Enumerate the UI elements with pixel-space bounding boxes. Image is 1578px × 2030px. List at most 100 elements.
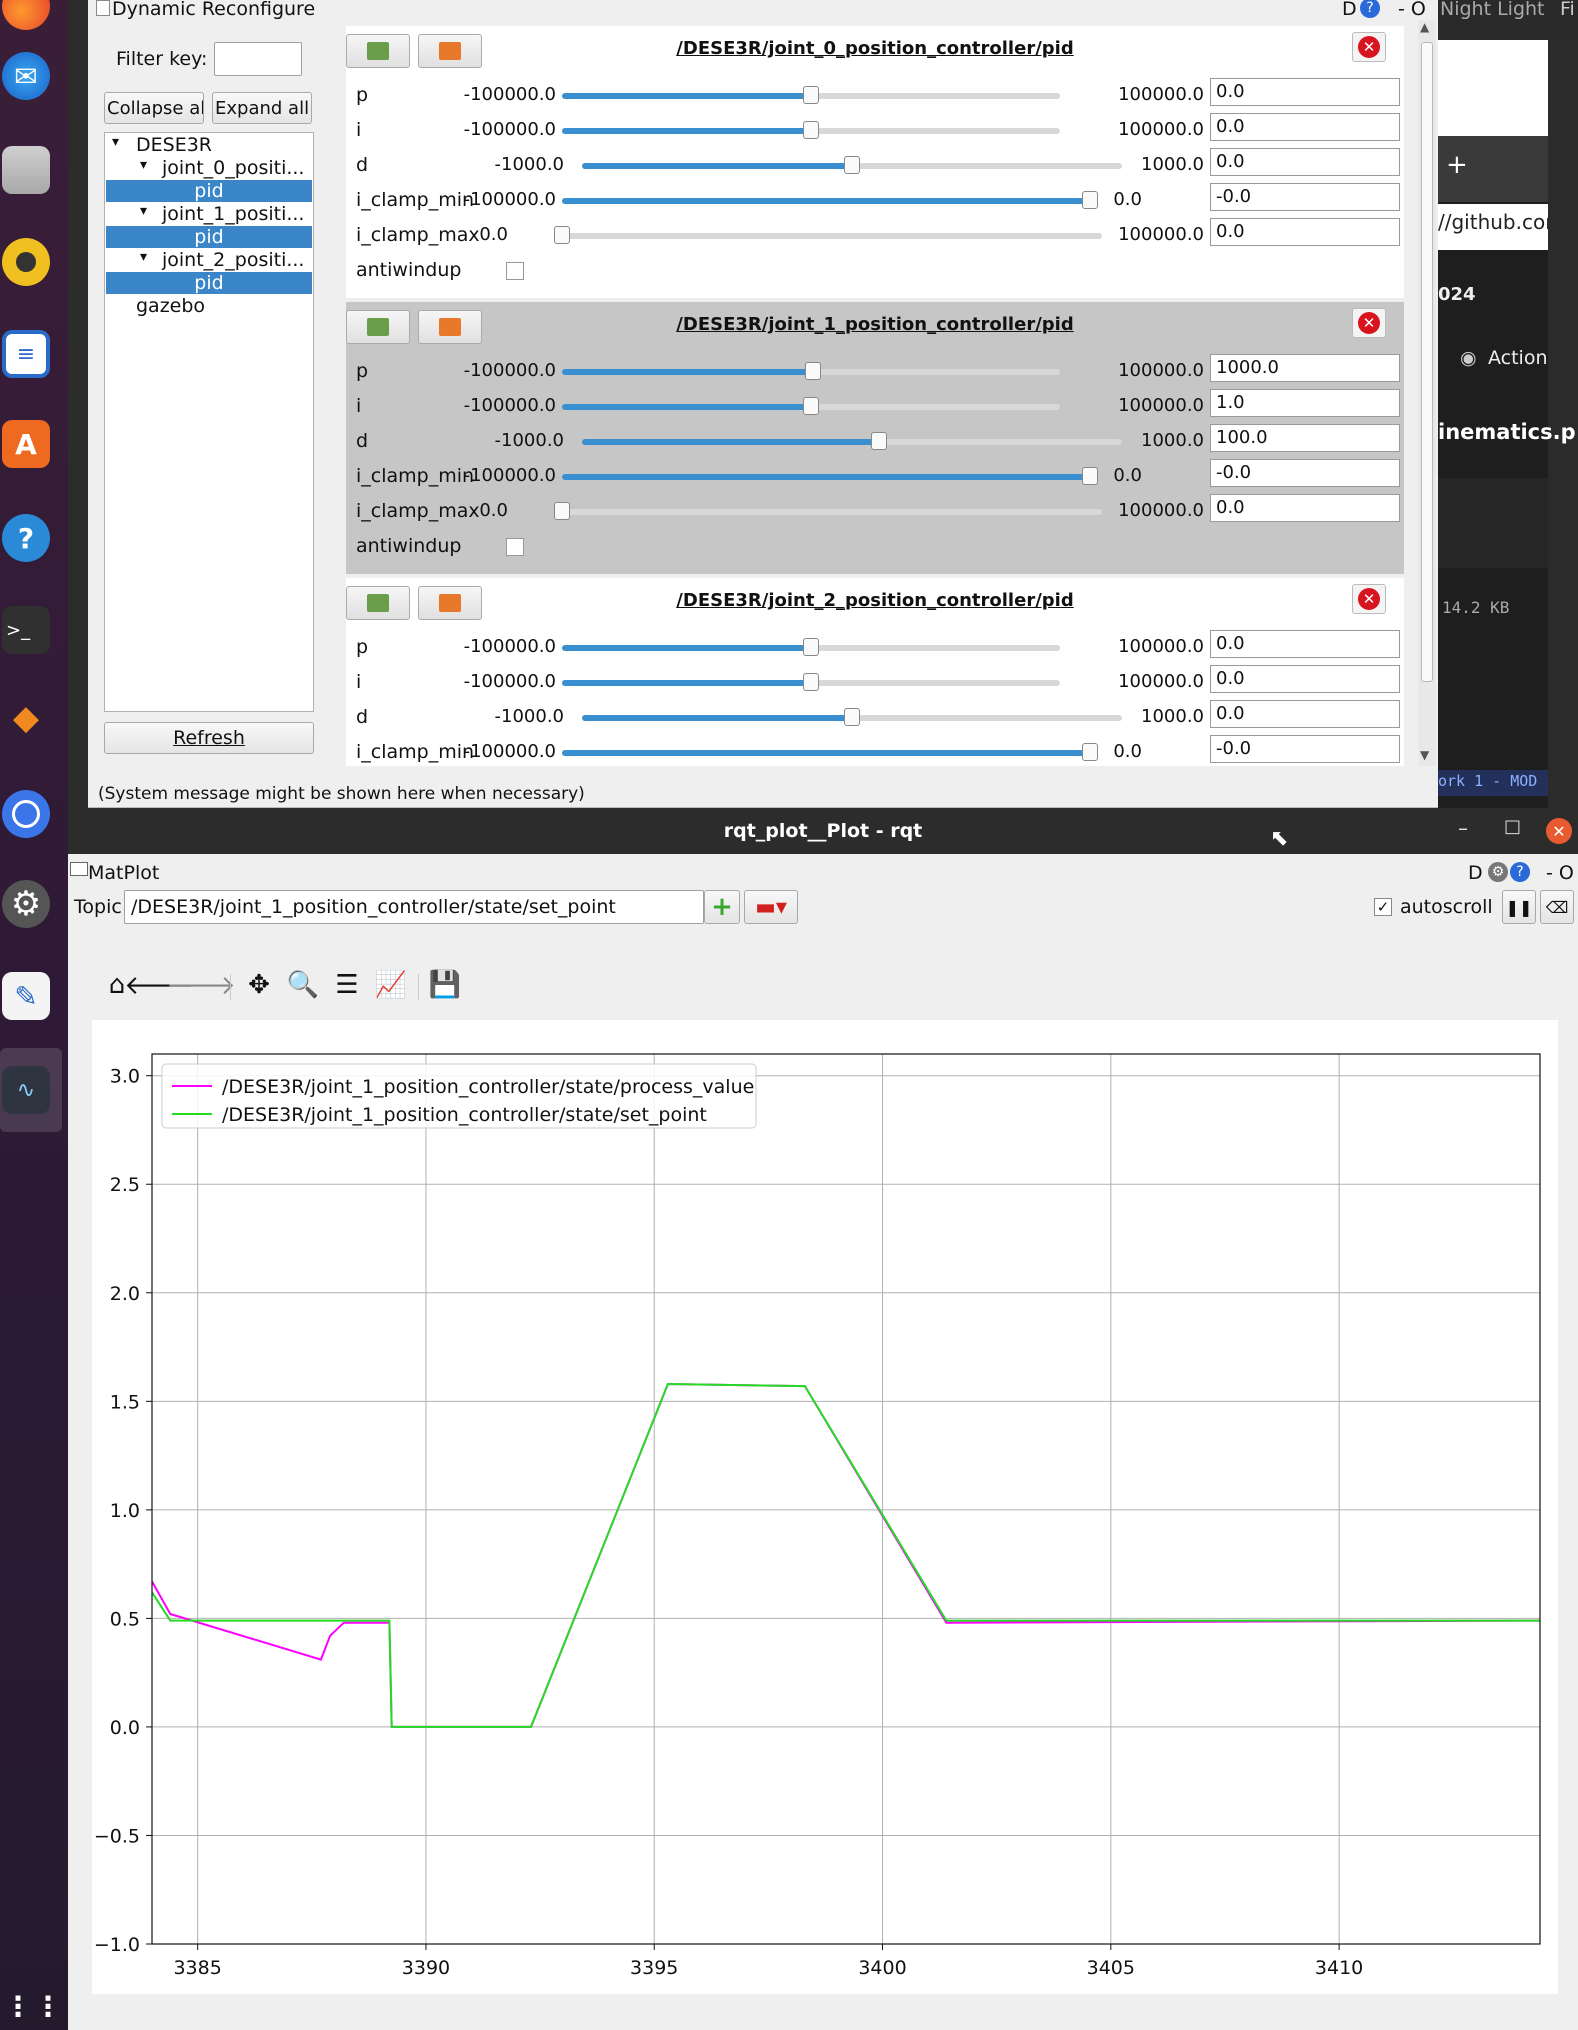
slider-handle[interactable]	[844, 708, 860, 726]
terminal-icon[interactable]: >_	[2, 606, 50, 654]
settings-icon[interactable]: ⚙	[2, 880, 50, 928]
expand-arrow-icon[interactable]: ▾	[140, 203, 147, 219]
param-value-input[interactable]: -0.0	[1210, 459, 1400, 487]
series-line[interactable]	[151, 1382, 1540, 1728]
param-slider[interactable]	[582, 432, 1122, 450]
tree-node[interactable]: joint_2_positi...	[162, 249, 304, 271]
signal-icon[interactable]	[2, 790, 50, 838]
plot-icon[interactable]: ∿	[2, 1066, 50, 1114]
param-value-input[interactable]: 0.0	[1210, 218, 1400, 246]
param-value-input[interactable]: 0.0	[1210, 148, 1400, 176]
autoscroll-label[interactable]: autoscroll	[1400, 896, 1493, 918]
slider-handle[interactable]	[803, 638, 819, 656]
edit-axis-icon[interactable]: 📈	[374, 968, 408, 1002]
param-value-input[interactable]: 0.0	[1210, 494, 1400, 522]
slider-handle[interactable]	[844, 156, 860, 174]
expand-all-button[interactable]: Expand all	[212, 92, 312, 124]
tree-root[interactable]: DESE3R	[136, 134, 212, 156]
param-value-input[interactable]: 100.0	[1210, 424, 1400, 452]
param-slider[interactable]	[562, 191, 1098, 209]
param-slider[interactable]	[562, 397, 1060, 415]
antiwindup-checkbox[interactable]	[506, 538, 524, 556]
minimize-icon[interactable]: –	[1458, 816, 1468, 840]
param-value-input[interactable]: 1.0	[1210, 389, 1400, 417]
help-icon[interactable]: ?	[2, 514, 50, 562]
firefox-icon[interactable]	[2, 0, 50, 30]
night-light-label[interactable]: Night Light	[1440, 0, 1545, 20]
clear-icon[interactable]: ⌫	[1540, 890, 1574, 924]
slider-handle[interactable]	[803, 397, 819, 415]
close-window-icon[interactable]: ✕	[1546, 818, 1572, 844]
remove-topic-icon[interactable]: ▬▾	[744, 890, 798, 924]
refresh-button[interactable]: Refresh	[104, 722, 314, 754]
url-bar[interactable]: //github.com	[1438, 210, 1548, 234]
slider-handle[interactable]	[1082, 191, 1098, 209]
close-panel-button[interactable]: ✕	[1352, 32, 1386, 62]
param-value-input[interactable]: -0.0	[1210, 183, 1400, 211]
configure-subplots-icon[interactable]: ☰	[330, 968, 364, 1002]
rhythmbox-icon[interactable]	[2, 238, 50, 286]
help-icon[interactable]: ?	[1360, 0, 1380, 18]
scrollbar-thumb[interactable]	[1421, 42, 1433, 682]
expand-arrow-icon[interactable]: ▾	[112, 134, 119, 150]
action-icon[interactable]: ◉	[1460, 347, 1477, 369]
tree-node-gazebo[interactable]: gazebo	[136, 295, 205, 317]
param-value-input[interactable]: -0.0	[1210, 735, 1400, 763]
slider-handle[interactable]	[1082, 467, 1098, 485]
param-value-input[interactable]: 0.0	[1210, 78, 1400, 106]
expand-arrow-icon[interactable]: ▾	[140, 249, 147, 265]
software-icon[interactable]: A	[2, 420, 50, 468]
slider-handle[interactable]	[803, 673, 819, 691]
plugin-dock-label[interactable]: D	[1468, 862, 1483, 884]
close-panel-button[interactable]: ✕	[1352, 584, 1386, 614]
maximize-icon[interactable]: □	[1504, 816, 1521, 837]
panels-scrollbar[interactable]: ▲ ▼	[1418, 20, 1436, 766]
param-slider[interactable]	[554, 226, 1102, 244]
param-slider[interactable]	[562, 86, 1060, 104]
add-topic-icon[interactable]: +	[704, 890, 740, 924]
param-slider[interactable]	[562, 467, 1098, 485]
expand-arrow-icon[interactable]: ▾	[140, 157, 147, 173]
tree-node[interactable]: joint_0_positi...	[162, 157, 304, 179]
apps-grid-icon[interactable]: ⋮⋮	[4, 1990, 64, 2023]
param-value-input[interactable]: 0.0	[1210, 700, 1400, 728]
close-panel-button[interactable]: ✕	[1352, 308, 1386, 338]
param-slider[interactable]	[562, 638, 1060, 656]
param-slider[interactable]	[562, 743, 1098, 761]
zoom-icon[interactable]: 🔍	[286, 968, 320, 1002]
param-value-input[interactable]: 0.0	[1210, 630, 1400, 658]
param-slider[interactable]	[582, 708, 1122, 726]
line-chart[interactable]: 3385 3390 3395 3400 3405 3410 −1.0 −0.5 0.0 0.5 1.…	[92, 1020, 1558, 1994]
slider-handle[interactable]	[803, 86, 819, 104]
collapse-all-button[interactable]: Collapse all	[104, 92, 204, 124]
tree-leaf-selected[interactable]: pid	[106, 180, 312, 202]
scroll-up-icon[interactable]: ▲	[1420, 20, 1429, 34]
filter-input[interactable]	[214, 42, 302, 76]
thunderbird-icon[interactable]: ✉	[2, 52, 50, 100]
scroll-down-icon[interactable]: ▼	[1420, 748, 1429, 762]
editor-icon[interactable]: ✎	[2, 972, 50, 1020]
tree-leaf-selected[interactable]: pid	[106, 226, 312, 248]
plugin-dock-label[interactable]: D	[1342, 0, 1357, 20]
pause-icon[interactable]: ❚❚	[1502, 890, 1536, 924]
layers-icon[interactable]: ◆	[2, 694, 50, 742]
tree-leaf-selected[interactable]: pid	[106, 272, 312, 294]
slider-handle[interactable]	[871, 432, 887, 450]
param-value-input[interactable]: 0.0	[1210, 113, 1400, 141]
series-line[interactable]	[151, 1382, 1541, 1728]
save-figure-icon[interactable]: 💾	[428, 968, 462, 1002]
help-icon[interactable]: ?	[1510, 862, 1530, 882]
plugin-close-label[interactable]: - O	[1546, 862, 1574, 884]
plugin-close-label[interactable]: - O	[1398, 0, 1426, 20]
gear-icon[interactable]: ⚙	[1488, 862, 1508, 882]
slider-handle[interactable]	[554, 226, 570, 244]
param-value-input[interactable]: 1000.0	[1210, 354, 1400, 382]
param-slider[interactable]	[562, 673, 1060, 691]
param-slider[interactable]	[562, 362, 1060, 380]
antiwindup-checkbox[interactable]	[506, 262, 524, 280]
slider-handle[interactable]	[554, 502, 570, 520]
param-value-input[interactable]: 0.0	[1210, 665, 1400, 693]
slider-handle[interactable]	[1082, 743, 1098, 761]
new-tab-icon[interactable]: +	[1446, 150, 1468, 180]
topic-input[interactable]: /DESE3R/joint_1_position_controller/stat…	[124, 890, 704, 924]
